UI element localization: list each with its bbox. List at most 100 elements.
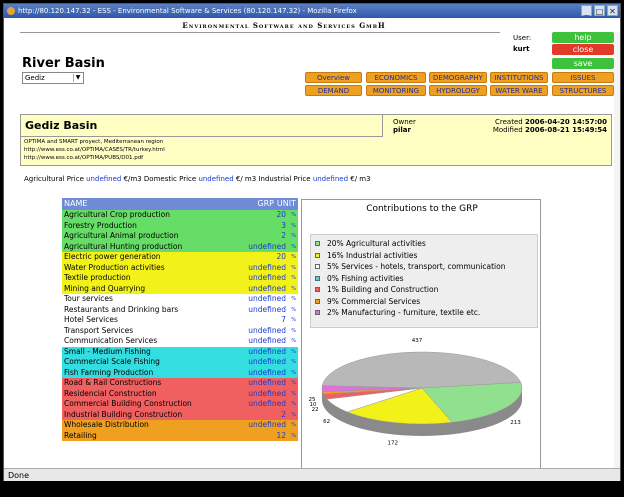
row-name: Hotel Services bbox=[64, 315, 118, 324]
nav-overview[interactable]: Overview bbox=[305, 72, 362, 83]
row-unit: % bbox=[291, 243, 296, 250]
created-date: Created 2006-04-20 14:57:00 bbox=[495, 118, 607, 126]
nav-economics[interactable]: ECONOMICS bbox=[366, 72, 426, 83]
maximize-button[interactable]: □ bbox=[594, 5, 605, 16]
company-name: Environmental Software and Services GmbH bbox=[182, 21, 386, 30]
legend-item: 9% Commercial Services bbox=[311, 296, 537, 308]
row-unit: % bbox=[291, 222, 296, 229]
status-bar: Done bbox=[4, 468, 620, 481]
row-grp-value[interactable]: undefined bbox=[248, 242, 286, 253]
row-grp-value[interactable]: 12 bbox=[276, 431, 286, 442]
legend-label: 20% Agricultural activities bbox=[327, 239, 426, 248]
legend-label: 2% Manufacturing - furniture, textile et… bbox=[327, 308, 481, 317]
nav-demand[interactable]: DEMAND bbox=[305, 85, 362, 96]
table-row: Electric power generation 20% bbox=[62, 252, 298, 263]
page-scrollbar[interactable] bbox=[614, 32, 620, 468]
nav-structures[interactable]: STRUCTURES bbox=[552, 85, 614, 96]
table-row: Fish Farming Production undefined% bbox=[62, 367, 298, 379]
nav-demography[interactable]: DEMOGRAPHY bbox=[429, 72, 487, 83]
row-name: Agricultural Animal production bbox=[64, 231, 179, 240]
row-grp-value[interactable]: 20 bbox=[276, 252, 286, 263]
row-grp-value[interactable]: undefined bbox=[248, 389, 286, 400]
row-grp-value[interactable]: 7 bbox=[281, 315, 286, 326]
agri-price-value[interactable]: undefined bbox=[86, 175, 121, 183]
row-unit: % bbox=[291, 233, 296, 239]
legend-swatch bbox=[315, 287, 320, 292]
dom-price-label: Domestic Price bbox=[143, 175, 197, 183]
minimize-button[interactable]: _ bbox=[581, 5, 592, 16]
nav-issues[interactable]: ISSUES bbox=[552, 72, 614, 83]
row-name: Mining and Quarrying bbox=[64, 283, 146, 293]
chart-title: Contributions to the GRP bbox=[366, 204, 478, 214]
row-grp-value[interactable]: undefined bbox=[248, 420, 286, 431]
page-content: Environmental Software and Services GmbH… bbox=[4, 18, 620, 468]
slice-label: 62 bbox=[323, 419, 330, 425]
row-name: Textile production bbox=[64, 273, 131, 282]
row-grp-value[interactable]: undefined bbox=[248, 399, 286, 410]
legend-item: 20% Agricultural activities bbox=[311, 238, 537, 250]
table-row: Agricultural Animal production 2% bbox=[62, 231, 298, 242]
row-name: Residencial Construction bbox=[64, 388, 157, 398]
basin-link-pdf[interactable]: http://www.ess.co.at/OPTIMA/PUBS/D01.pdf bbox=[24, 155, 143, 161]
nav-water-ware[interactable]: WATER WARE bbox=[490, 85, 548, 96]
row-grp-value[interactable]: undefined bbox=[248, 263, 286, 274]
col-name-header: NAME bbox=[64, 199, 88, 208]
basin-select[interactable]: Gediz ▼ bbox=[22, 72, 84, 84]
row-grp-value[interactable]: undefined bbox=[248, 357, 286, 368]
table-row: Water Production activities undefined% bbox=[62, 262, 298, 274]
user-label: User: bbox=[513, 34, 532, 42]
nav-institutions[interactable]: INSTITUTIONS bbox=[490, 72, 548, 83]
row-name: Fish Farming Production bbox=[64, 367, 154, 377]
table-row: Residencial Construction undefined% bbox=[62, 388, 298, 400]
close-button[interactable]: close bbox=[552, 44, 614, 55]
status-text: Done bbox=[8, 471, 30, 480]
dom-price-value[interactable]: undefined bbox=[198, 175, 233, 183]
screen: http://80.120.147.32 - ESS - Environment… bbox=[0, 0, 624, 497]
row-grp-value[interactable]: undefined bbox=[248, 368, 286, 379]
row-grp-value[interactable]: 2 bbox=[281, 231, 286, 242]
row-unit: % bbox=[291, 369, 296, 376]
row-grp-value[interactable]: undefined bbox=[248, 284, 286, 295]
table-row: Agricultural Hunting production undefined… bbox=[62, 241, 298, 253]
row-name: Retailing bbox=[64, 430, 97, 440]
slice-label: 172 bbox=[388, 440, 399, 446]
row-name: Small - Medium Fishing bbox=[64, 346, 151, 356]
table-row: Agricultural Crop production 20% bbox=[62, 210, 298, 221]
row-grp-value[interactable]: 2 bbox=[281, 410, 286, 421]
basin-link-turkey[interactable]: http://www.ess.co.at/OPTIMA/CASES/TR/tur… bbox=[24, 147, 165, 153]
table-row: Retailing 12% bbox=[62, 430, 298, 442]
row-unit: % bbox=[291, 285, 296, 292]
basin-info-panel: Gediz Basin Owner pilar Created 2006-04-… bbox=[20, 114, 612, 166]
row-grp-value[interactable]: 3 bbox=[281, 221, 286, 232]
help-button[interactable]: help bbox=[552, 32, 614, 43]
chevron-down-icon[interactable]: ▼ bbox=[73, 74, 82, 82]
row-unit: % bbox=[291, 380, 296, 386]
row-grp-value[interactable]: 20 bbox=[276, 210, 286, 221]
legend-item: 16% Industrial activities bbox=[311, 250, 537, 262]
ind-price-value[interactable]: undefined bbox=[313, 175, 348, 183]
row-grp-value[interactable]: undefined bbox=[248, 378, 286, 389]
close-window-button[interactable]: ✕ bbox=[607, 5, 618, 16]
row-name: Forestry Production bbox=[64, 220, 137, 230]
nav-hydrology[interactable]: HYDROLOGY bbox=[429, 85, 487, 96]
save-button[interactable]: save bbox=[552, 58, 614, 69]
row-name: Transport Services bbox=[64, 325, 134, 335]
row-grp-value[interactable]: undefined bbox=[248, 305, 286, 316]
row-name: Electric power generation bbox=[64, 252, 161, 261]
modified-value: 2006-08-21 15:49:54 bbox=[524, 126, 607, 134]
nav-monitoring[interactable]: MONITORING bbox=[366, 85, 426, 96]
created-value: 2006-04-20 14:57:00 bbox=[524, 118, 607, 126]
legend-item: 0% Fishing activities bbox=[311, 273, 537, 285]
row-grp-value[interactable]: undefined bbox=[248, 294, 286, 305]
col-grp-header: GRP bbox=[257, 199, 274, 208]
row-grp-value[interactable]: undefined bbox=[248, 336, 286, 347]
row-grp-value[interactable]: undefined bbox=[248, 326, 286, 337]
row-unit: % bbox=[291, 411, 296, 418]
grp-table: NAME GRP UNIT Agricultural Crop producti… bbox=[62, 198, 298, 441]
legend-swatch bbox=[315, 310, 320, 315]
slice-label: 437 bbox=[412, 338, 423, 344]
agri-price-unit: €/m3 bbox=[123, 175, 142, 183]
row-grp-value[interactable]: undefined bbox=[248, 347, 286, 358]
row-grp-value[interactable]: undefined bbox=[248, 273, 286, 284]
table-row: Forestry Production 3% bbox=[62, 220, 298, 232]
